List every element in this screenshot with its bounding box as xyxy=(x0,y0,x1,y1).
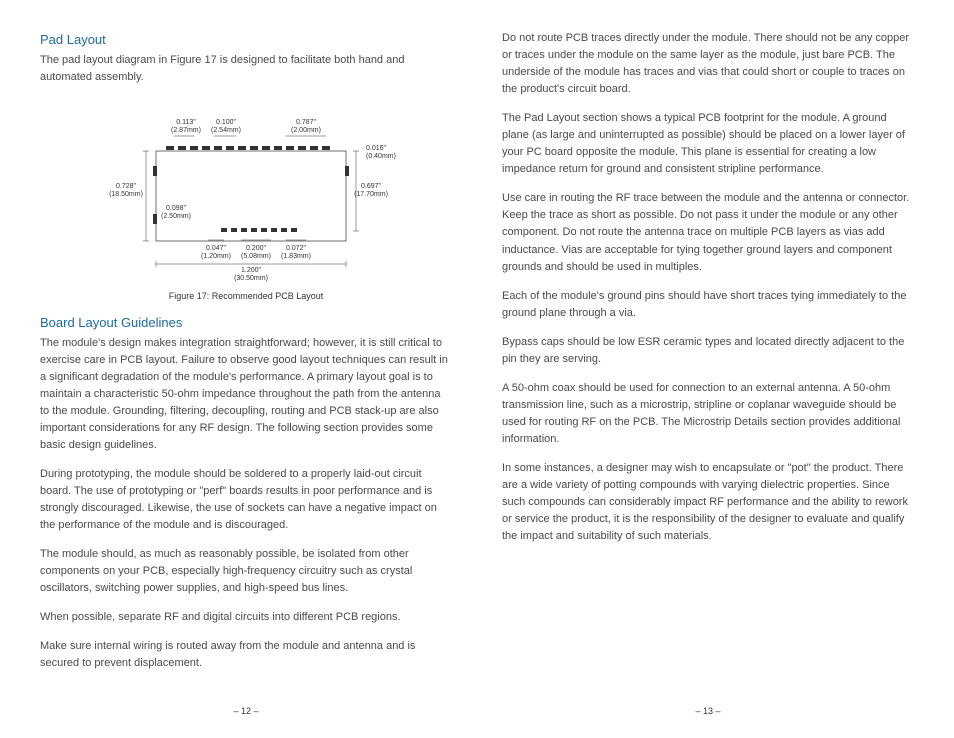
svg-text:(2.87mm): (2.87mm) xyxy=(171,127,201,134)
heading-pad-layout: Pad Layout xyxy=(40,30,452,50)
svg-text:(0.40mm): (0.40mm) xyxy=(366,153,396,160)
right-page: Do not route PCB traces directly under t… xyxy=(502,30,914,718)
pcb-layout-figure: 0.113" (2.87mm) 0.100" (2.54mm) 0.787" (… xyxy=(40,106,452,286)
svg-text:0.200": 0.200" xyxy=(246,245,267,252)
svg-text:0.098": 0.098" xyxy=(166,205,187,212)
svg-text:(30.50mm): (30.50mm) xyxy=(234,275,268,282)
right-p7: In some instances, a designer may wish t… xyxy=(502,460,914,545)
svg-text:0.728": 0.728" xyxy=(116,183,137,190)
page-number-left: – 12 – xyxy=(40,685,452,719)
right-p1: Do not route PCB traces directly under t… xyxy=(502,30,914,98)
left-page: Pad Layout The pad layout diagram in Fig… xyxy=(40,30,452,718)
svg-text:0.113": 0.113" xyxy=(176,119,196,126)
svg-text:0.787": 0.787" xyxy=(296,119,317,126)
svg-text:0.072": 0.072" xyxy=(286,245,307,252)
svg-text:(2.54mm): (2.54mm) xyxy=(211,127,241,134)
guidelines-p5: Make sure internal wiring is routed away… xyxy=(40,638,452,672)
guidelines-p1: The module's design makes integration st… xyxy=(40,335,452,454)
svg-text:(1.83mm): (1.83mm) xyxy=(281,253,311,260)
svg-text:(2.50mm): (2.50mm) xyxy=(161,213,191,220)
svg-text:(1.20mm): (1.20mm) xyxy=(201,253,231,260)
heading-board-layout: Board Layout Guidelines xyxy=(40,313,452,333)
svg-text:0.016": 0.016" xyxy=(366,145,387,152)
svg-text:0.697": 0.697" xyxy=(361,183,382,190)
svg-text:(17.70mm): (17.70mm) xyxy=(354,191,388,198)
svg-text:(2.00mm): (2.00mm) xyxy=(291,127,321,134)
right-p2: The Pad Layout section shows a typical P… xyxy=(502,110,914,178)
svg-text:(18.50mm): (18.50mm) xyxy=(109,191,143,198)
right-p3: Use care in routing the RF trace between… xyxy=(502,190,914,275)
guidelines-p4: When possible, separate RF and digital c… xyxy=(40,609,452,626)
right-p4: Each of the module's ground pins should … xyxy=(502,288,914,322)
guidelines-p3: The module should, as much as reasonably… xyxy=(40,546,452,597)
svg-text:0.100": 0.100" xyxy=(216,119,237,126)
pad-layout-intro: The pad layout diagram in Figure 17 is d… xyxy=(40,52,452,86)
page-number-right: – 13 – xyxy=(502,685,914,719)
svg-text:1.200": 1.200" xyxy=(241,267,262,274)
right-p5: Bypass caps should be low ESR ceramic ty… xyxy=(502,334,914,368)
guidelines-p2: During prototyping, the module should be… xyxy=(40,466,452,534)
svg-text:(5.08mm): (5.08mm) xyxy=(241,253,271,260)
svg-text:0.047": 0.047" xyxy=(206,245,227,252)
right-p6: A 50-ohm coax should be used for connect… xyxy=(502,380,914,448)
figure-17-caption: Figure 17: Recommended PCB Layout xyxy=(40,290,452,304)
